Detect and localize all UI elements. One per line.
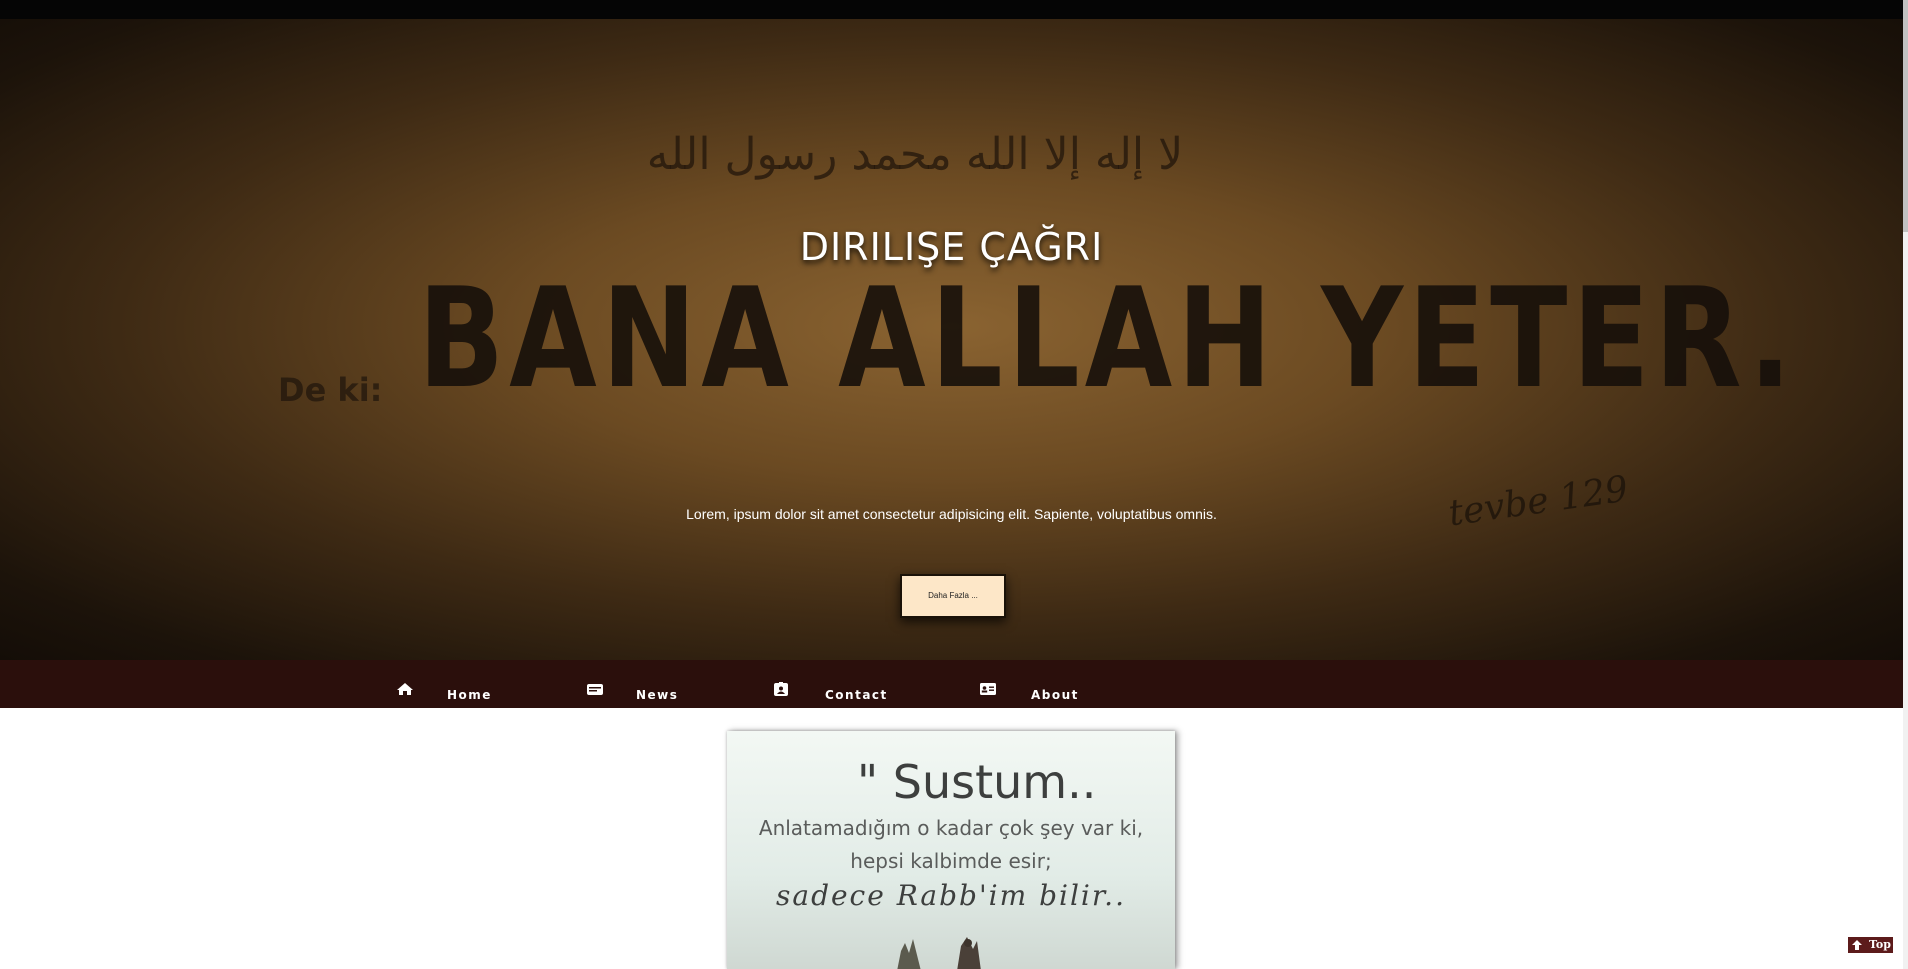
hero-arabic-calligraphy: لا إله إلا الله محمد رسول الله <box>646 129 1184 180</box>
contact-icon <box>774 682 788 696</box>
nav-label-about: About <box>1031 688 1079 702</box>
nav-item-home[interactable]: Home <box>392 660 502 708</box>
nav-item-contact[interactable]: Contact <box>772 660 902 708</box>
scrollbar-thumb[interactable] <box>1903 0 1908 232</box>
nav-label-contact: Contact <box>825 688 888 702</box>
top-bar <box>0 0 1903 19</box>
home-icon <box>397 683 413 695</box>
nav-label-news: News <box>636 688 679 702</box>
about-card-icon <box>980 683 996 695</box>
nav-item-news[interactable]: News <box>583 660 693 708</box>
nav-label-home: Home <box>447 688 492 702</box>
quote-line-4: sadece Rabb'im bilir.. <box>776 879 1126 912</box>
main-navbar: Home News Contact About <box>0 660 1903 708</box>
quote-line-3: hepsi kalbimde esir; <box>850 849 1052 873</box>
hero-banner: لا إله إلا الله محمد رسول الله De ki: BA… <box>0 19 1903 660</box>
hero-background-prefix: De ki: <box>278 371 383 409</box>
page-scrollbar[interactable] <box>1903 0 1908 969</box>
quote-image-card: " Sustum.. Anlatamadığım o kadar çok şey… <box>727 731 1175 969</box>
nav-item-about[interactable]: About <box>978 660 1098 708</box>
news-icon <box>587 684 603 695</box>
hero-text: Lorem, ipsum dolor sit amet consectetur … <box>686 506 1217 522</box>
quote-line-1: " Sustum.. <box>857 755 1097 809</box>
hero-background-signature: tevbe 129 <box>1446 468 1631 535</box>
quote-line-2: Anlatamadığım o kadar çok şey var ki, <box>758 816 1144 840</box>
read-more-button[interactable]: Daha Fazla ... <box>900 574 1006 618</box>
hero-title: DIRILIŞE ÇAĞRI <box>799 225 1104 269</box>
praying-hands-illustration <box>897 937 981 969</box>
back-to-top-label: Top <box>1869 938 1891 951</box>
back-to-top-button[interactable]: Top <box>1848 937 1893 953</box>
arrow-up-icon <box>1852 940 1862 950</box>
hero-background-slogan: BANA ALLAH YETER. <box>418 258 1797 419</box>
